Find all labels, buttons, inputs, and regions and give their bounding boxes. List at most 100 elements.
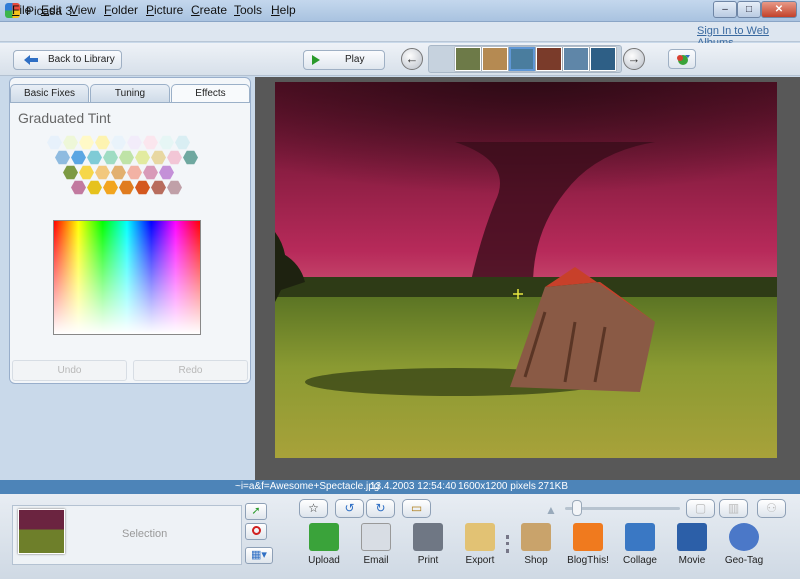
zoom-slider-track[interactable] <box>565 507 680 510</box>
divider <box>506 535 509 553</box>
filmstrip-thumb-2[interactable] <box>482 47 508 71</box>
color-swatch[interactable] <box>87 180 102 195</box>
upload-button[interactable]: Upload <box>298 523 350 566</box>
color-swatch[interactable] <box>159 135 174 150</box>
color-swatch[interactable] <box>119 150 134 165</box>
status-filename: ~i=a&f=Awesome+Spectacle.jpg <box>235 481 380 492</box>
color-swatch[interactable] <box>183 150 198 165</box>
color-swatch[interactable] <box>135 150 150 165</box>
color-swatch[interactable] <box>95 165 110 180</box>
tab-tuning[interactable]: Tuning <box>90 84 170 102</box>
color-swatch[interactable] <box>95 135 110 150</box>
color-swatch[interactable] <box>119 180 134 195</box>
color-swatch[interactable] <box>143 135 158 150</box>
back-to-library-button[interactable]: Back to Library <box>13 50 122 70</box>
color-spectrum-picker[interactable] <box>53 220 201 335</box>
menu-help[interactable]: Help <box>271 3 296 17</box>
color-swatch[interactable] <box>103 150 118 165</box>
star-icon: ☆ <box>308 501 319 515</box>
menu-edit[interactable]: Edit <box>41 3 62 17</box>
menu-view[interactable]: View <box>70 3 96 17</box>
movie-label: Movie <box>678 555 706 566</box>
collage-button[interactable]: Collage <box>614 523 666 566</box>
color-swatch[interactable] <box>87 150 102 165</box>
play-button[interactable]: Play <box>303 50 385 70</box>
color-swatch[interactable] <box>63 165 78 180</box>
color-swatch[interactable] <box>111 135 126 150</box>
email-label: Email <box>363 555 389 566</box>
compare-view-icon: ▥ <box>727 501 740 515</box>
maximize-button[interactable]: □ <box>737 1 761 18</box>
redo-button[interactable]: Redo <box>133 360 248 381</box>
tab-basic-fixes[interactable]: Basic Fixes <box>10 84 89 102</box>
pin-icon: ➚ <box>251 505 261 517</box>
color-swatch[interactable] <box>143 165 158 180</box>
filmstrip-thumb-6[interactable] <box>590 47 616 71</box>
color-swatch[interactable] <box>135 180 150 195</box>
color-swatch[interactable] <box>47 135 62 150</box>
previous-photo-button[interactable]: ← <box>401 48 423 70</box>
next-photo-button[interactable]: → <box>623 48 645 70</box>
people-button[interactable]: ⚇ <box>757 499 786 518</box>
color-swatch[interactable] <box>175 135 190 150</box>
filmstrip-thumb-5[interactable] <box>563 47 589 71</box>
color-swatch[interactable] <box>71 150 86 165</box>
clear-tray-button[interactable] <box>245 523 267 540</box>
blogthis-button[interactable]: BlogThis! <box>562 523 614 566</box>
shop-button[interactable]: Shop <box>510 523 562 566</box>
geo-tag-button[interactable]: Geo-Tag <box>718 523 770 566</box>
menu-folder[interactable]: Folder <box>104 3 138 17</box>
status-date: 13.4.2003 12:54:40 <box>370 481 457 492</box>
web-albums-icon <box>677 55 690 65</box>
clear-icon <box>251 526 261 535</box>
add-to-album-button[interactable]: ▦▾ <box>245 547 273 564</box>
view-compare-button[interactable]: ▥ <box>719 499 748 518</box>
color-swatch[interactable] <box>167 180 182 195</box>
close-button[interactable]: ✕ <box>761 1 797 18</box>
photo-tornado[interactable] <box>275 82 777 458</box>
movie-button[interactable]: Movie <box>666 523 718 566</box>
color-swatch[interactable] <box>71 180 86 195</box>
color-swatch[interactable] <box>167 150 182 165</box>
hold-pin-button[interactable]: ➚ <box>245 503 267 520</box>
rotate-left-button[interactable]: ↺ <box>335 499 364 518</box>
movie-icon <box>677 523 707 551</box>
zoom-slider-thumb[interactable] <box>572 500 582 516</box>
back-arrow-icon <box>24 55 38 65</box>
menu-file[interactable]: File <box>12 3 31 17</box>
filmstrip-thumb-4[interactable] <box>536 47 562 71</box>
play-label: Play <box>345 54 365 65</box>
tray-thumbnail[interactable] <box>18 509 65 554</box>
undo-button[interactable]: Undo <box>12 360 127 381</box>
filmstrip-thumb-3-selected[interactable] <box>509 47 535 71</box>
color-swatch[interactable] <box>103 180 118 195</box>
minimize-button[interactable]: – <box>713 1 737 18</box>
color-swatch[interactable] <box>79 135 94 150</box>
color-swatch[interactable] <box>111 165 126 180</box>
color-swatch[interactable] <box>151 150 166 165</box>
color-swatch[interactable] <box>127 165 142 180</box>
color-swatch[interactable] <box>151 180 166 195</box>
view-single-button[interactable]: ▢ <box>686 499 715 518</box>
rotate-right-button[interactable]: ↻ <box>366 499 395 518</box>
color-swatch-grid <box>47 135 217 199</box>
color-swatch[interactable] <box>79 165 94 180</box>
web-albums-button[interactable] <box>668 49 696 69</box>
export-button[interactable]: Export <box>454 523 506 566</box>
tab-effects[interactable]: Effects <box>171 84 250 103</box>
filmstrip-thumb-1[interactable] <box>455 47 481 71</box>
print-button[interactable]: Print <box>402 523 454 566</box>
zoom-icon: ▲ <box>545 503 557 517</box>
color-swatch[interactable] <box>159 165 174 180</box>
caption-button[interactable]: ▭ <box>402 499 431 518</box>
color-swatch[interactable] <box>63 135 78 150</box>
menu-tools[interactable]: Tools <box>234 3 262 17</box>
color-swatch[interactable] <box>55 150 70 165</box>
status-dimensions: 1600x1200 pixels <box>458 481 536 492</box>
email-button[interactable]: Email <box>350 523 402 566</box>
star-button[interactable]: ☆ <box>299 499 328 518</box>
menu-create[interactable]: Create <box>191 3 227 17</box>
menu-picture[interactable]: Picture <box>146 3 183 17</box>
color-swatch[interactable] <box>127 135 142 150</box>
single-view-icon: ▢ <box>694 501 707 515</box>
